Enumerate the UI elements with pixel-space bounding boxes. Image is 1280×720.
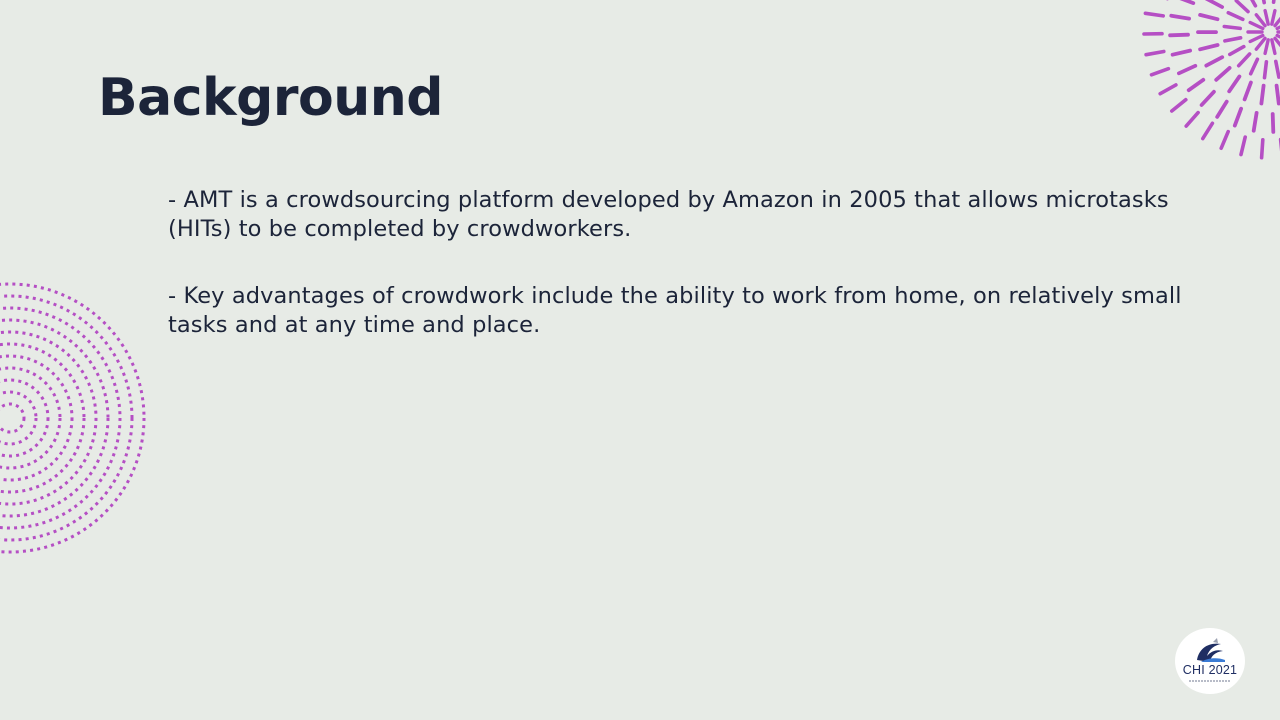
sunburst-dash [1177, 63, 1198, 76]
bullet-item: - Key advantages of crowdwork include th… [168, 283, 1182, 338]
sunburst-dash [1262, 59, 1269, 80]
sunburst-dash [1270, 112, 1276, 134]
sunburst-dash [1274, 83, 1280, 106]
sunburst-dash [1143, 11, 1166, 18]
sunburst-dash [1254, 36, 1267, 51]
sunburst-dash [1198, 12, 1220, 22]
sunburst-dash [1250, 0, 1258, 8]
sunburst-dash [1144, 49, 1166, 57]
sunburst-dash [1274, 59, 1280, 79]
sunburst-dash [1179, 0, 1196, 5]
chi-wave-logo-icon [1197, 638, 1225, 662]
sunburst-dash [1198, 43, 1220, 52]
sunburst-dash [1259, 83, 1266, 106]
sunburst-dash [1169, 13, 1191, 21]
sunburst-dash [1169, 97, 1188, 113]
sunburst-dash [1248, 57, 1260, 76]
sunburst-dash [1158, 83, 1178, 96]
dotted-ring [0, 390, 38, 446]
sunburst-dash [1271, 0, 1276, 5]
dotted-ring [0, 366, 62, 470]
chi-2021-logo: CHI 2021 [1175, 628, 1245, 694]
sunburst-dash [1263, 8, 1270, 26]
slide: Background - AMT is a crowdsourcing plat… [0, 0, 1280, 720]
sunburst-dash [1270, 38, 1277, 56]
sunburst-dash [1228, 44, 1246, 57]
sunburst-dash [1232, 106, 1243, 128]
sunburst-dash [1273, 36, 1280, 48]
sunburst-dash [1186, 77, 1206, 93]
sunburst-dash [1251, 111, 1259, 133]
bullet-item: - AMT is a crowdsourcing platform develo… [168, 187, 1169, 242]
sunburst-dash [1184, 110, 1200, 128]
sunburst-dash [1199, 89, 1216, 107]
sunburst-dash [1168, 32, 1190, 38]
sunburst-dash [1222, 24, 1242, 31]
sunburst-dash [1201, 121, 1215, 141]
logo-text: CHI 2021 [1182, 663, 1238, 677]
sunburst-dash [1270, 8, 1277, 26]
sunburst-dash [1204, 55, 1225, 68]
bullet-list: - AMT is a crowdsourcing platform develo… [168, 186, 1208, 378]
sunburst-dash [1215, 99, 1229, 119]
sunburst-dash [1261, 0, 1266, 5]
sunburst-dash [1234, 0, 1250, 14]
sunburst-dash [1219, 129, 1230, 150]
sunburst-dash [1273, 16, 1280, 28]
sunburst-dash [1149, 66, 1171, 77]
sunburst-dash-icon [1142, 0, 1280, 160]
sunburst-dash [1226, 10, 1245, 22]
sunburst-dash [1204, 0, 1224, 9]
sunburst-dash [1214, 66, 1232, 82]
dotted-ring [0, 318, 110, 518]
sunburst-dash [1248, 33, 1265, 44]
sunburst-dash [1254, 13, 1267, 28]
sunburst-dash [1263, 38, 1270, 56]
sunburst-dash [1242, 80, 1253, 102]
sunburst-dash [1239, 135, 1247, 157]
concentric-dotted-circles-icon [0, 282, 146, 554]
sunburst-dash [1236, 52, 1252, 68]
sunburst-dash [1259, 138, 1265, 160]
sunburst-dash [1170, 48, 1192, 57]
slide-title: Background [98, 68, 443, 128]
dotted-ring [0, 402, 26, 434]
sunburst-dash [1223, 35, 1243, 43]
sunburst-dash [1227, 74, 1242, 94]
logo-tagline-line [1189, 680, 1231, 682]
sunburst-dash [1248, 20, 1265, 31]
